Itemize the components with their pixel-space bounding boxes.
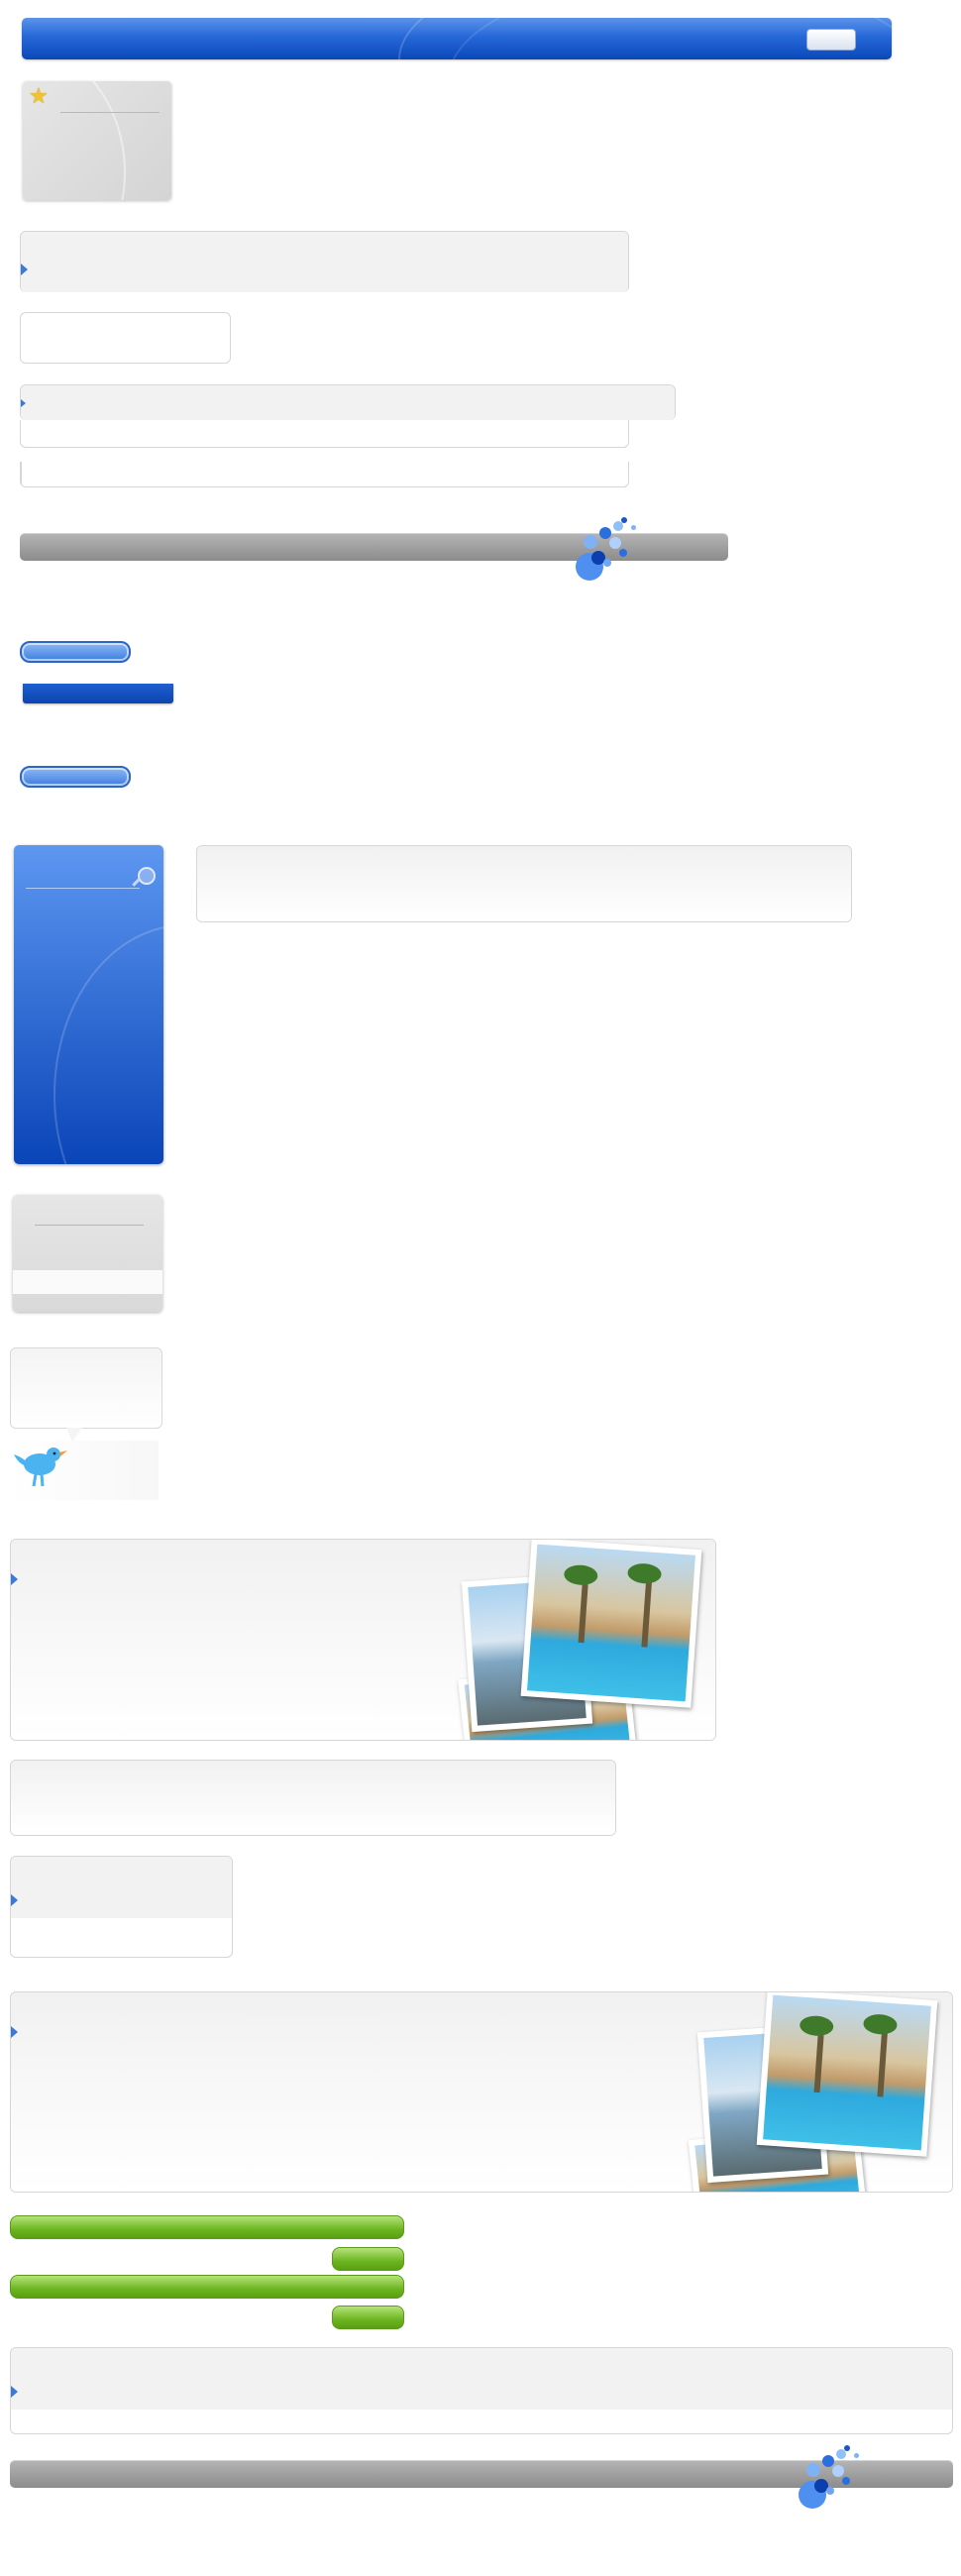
title-divider <box>35 1225 144 1226</box>
gallery-panel <box>10 1991 953 2193</box>
search-widget <box>14 845 163 1164</box>
blue-pill-button[interactable] <box>20 641 131 663</box>
photo <box>756 1992 938 2157</box>
widget-gap <box>13 1270 162 1294</box>
green-button[interactable] <box>332 2306 404 2329</box>
gray-widget <box>13 1195 162 1312</box>
twitter-bird-icon <box>14 1448 67 1487</box>
star-icon[interactable]: ★ <box>29 85 49 107</box>
triangle-right-icon <box>11 2026 18 2038</box>
photo <box>520 1540 702 1708</box>
content-panel-footer <box>20 462 629 487</box>
header-button[interactable] <box>806 29 856 51</box>
triangle-right-icon <box>21 264 28 275</box>
green-progress-bar <box>10 2215 404 2239</box>
bubbles-decoration <box>570 515 659 590</box>
header-bar <box>22 18 892 59</box>
title-divider <box>60 112 160 113</box>
triangle-right-icon <box>21 399 26 407</box>
green-progress-bar <box>10 2275 404 2299</box>
content-panel <box>196 845 852 922</box>
triangle-right-icon <box>11 1573 18 1585</box>
content-panel-header <box>20 384 676 420</box>
bird-area <box>10 1441 159 1500</box>
content-panel <box>10 1856 233 1958</box>
green-button[interactable] <box>332 2247 404 2271</box>
tweet-bubble <box>10 1347 162 1442</box>
blue-tab[interactable] <box>23 684 173 703</box>
text-box[interactable] <box>20 312 231 364</box>
magnifier-icon[interactable] <box>138 867 156 885</box>
content-panel <box>10 1760 616 1836</box>
gallery-panel <box>10 1539 716 1741</box>
content-panel-body <box>20 420 629 448</box>
title-divider <box>26 888 140 889</box>
triangle-right-icon <box>11 2386 18 2398</box>
content-panel <box>10 2347 953 2434</box>
content-panel <box>20 231 629 292</box>
blue-pill-button[interactable] <box>20 766 131 788</box>
bubbles-decoration <box>793 2443 882 2518</box>
triangle-right-icon <box>11 1894 18 1906</box>
favorites-widget: ★ <box>23 81 171 200</box>
